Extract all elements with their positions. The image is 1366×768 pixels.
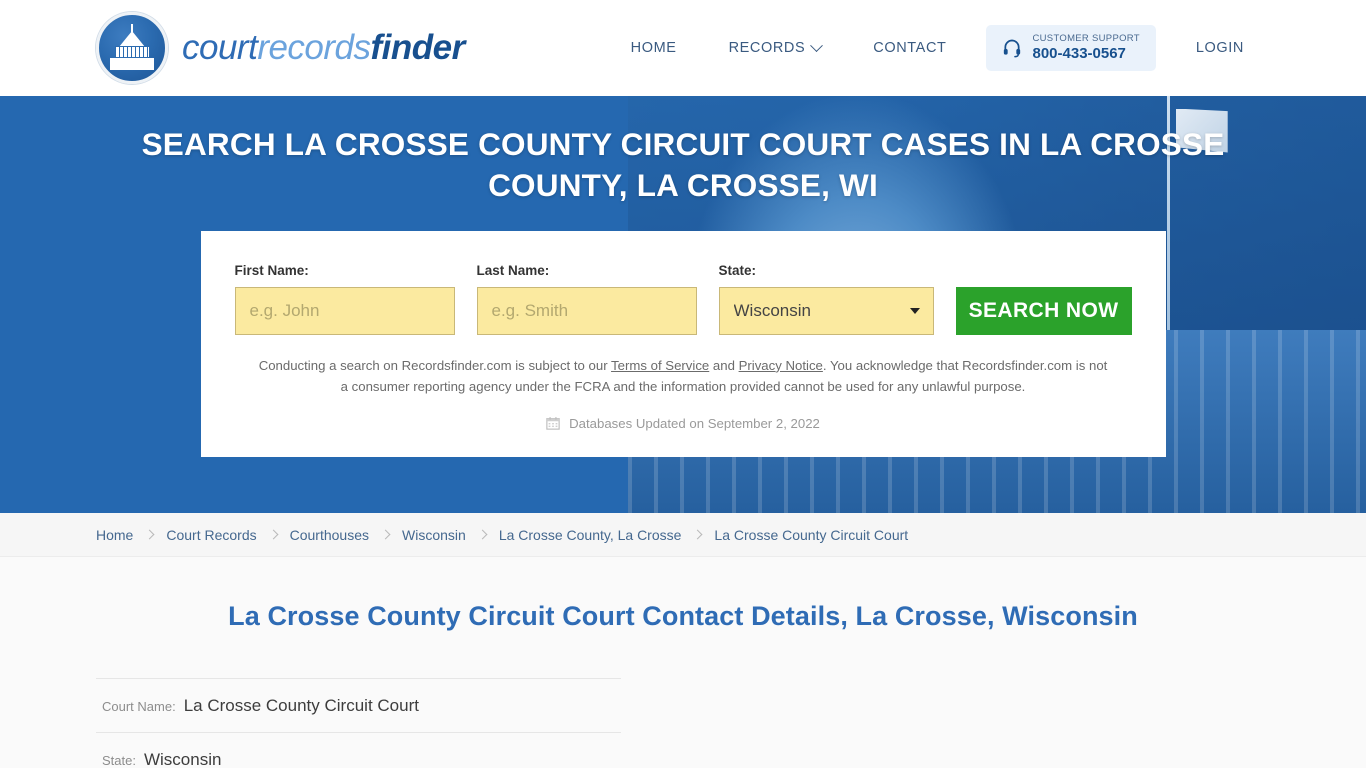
first-name-label: First Name: [234, 262, 309, 278]
detail-row-court-name: Court Name: La Crosse County Circuit Cou… [96, 678, 621, 732]
breadcrumb-separator-icon [144, 529, 155, 540]
hero-title: SEARCH LA CROSSE COUNTY CIRCUIT COURT CA… [141, 126, 1225, 203]
calendar-icon [546, 417, 560, 430]
nav-label-login: LOGIN [1195, 40, 1244, 56]
chevron-down-icon [810, 38, 824, 52]
hero-section: SEARCH LA CROSSE COUNTY CIRCUIT COURT CA… [0, 96, 1366, 513]
last-name-label: Last Name: [476, 262, 550, 278]
first-name-input[interactable] [234, 286, 455, 335]
logo-text-court: court [182, 28, 258, 67]
customer-support-badge[interactable]: CUSTOMER SUPPORT 800-433-0567 [986, 25, 1156, 71]
nav-item-contact[interactable]: CONTACT [847, 40, 972, 56]
support-phone[interactable]: 800-433-0567 [1032, 45, 1139, 63]
databases-updated: Databases Updated on September 2, 2022 [235, 416, 1132, 431]
logo-wordmark: courtrecordsfinder [182, 28, 465, 68]
breadcrumb-separator-icon [268, 529, 279, 540]
disclaimer-text-2: and [709, 357, 739, 373]
state-select[interactable]: Wisconsin [718, 286, 934, 335]
page-title: La Crosse County Circuit Court Contact D… [228, 601, 1138, 631]
detail-value: La Crosse County Circuit Court [183, 696, 419, 715]
detail-label: State: [102, 753, 136, 768]
breadcrumb-item-wisconsin[interactable]: Wisconsin [402, 527, 466, 543]
headset-icon [1004, 39, 1021, 58]
search-now-button[interactable]: SEARCH NOW [955, 286, 1132, 335]
site-logo[interactable]: courtrecordsfinder [96, 12, 465, 84]
breadcrumb-separator-icon [477, 529, 488, 540]
nav-item-home[interactable]: HOME [605, 40, 703, 56]
detail-label: Court Name: [102, 699, 176, 714]
breadcrumb-item-court-records[interactable]: Court Records [166, 527, 256, 543]
main-navigation: HOME RECORDS CONTACT CUSTOMER SUPPORT 80… [605, 25, 1270, 71]
logo-text-records: records [257, 28, 371, 67]
nav-item-login[interactable]: LOGIN [1170, 40, 1270, 56]
search-disclaimer: Conducting a search on Recordsfinder.com… [235, 355, 1132, 398]
breadcrumb-item-current[interactable]: La Crosse County Circuit Court [714, 527, 908, 543]
breadcrumb-item-home[interactable]: Home [96, 527, 133, 543]
nav-label-contact: CONTACT [873, 40, 947, 56]
detail-row-state: State: Wisconsin [96, 732, 621, 768]
breadcrumb-item-courthouses[interactable]: Courthouses [290, 527, 369, 543]
breadcrumb-separator-icon [380, 529, 391, 540]
capitol-dome-icon [96, 12, 168, 84]
databases-updated-text: Databases Updated on September 2, 2022 [569, 415, 820, 431]
terms-of-service-link[interactable]: Terms of Service [611, 358, 709, 373]
nav-label-home: HOME [630, 40, 677, 56]
state-field: State: Wisconsin [718, 262, 934, 335]
main-content: La Crosse County Circuit Court Contact D… [0, 557, 1366, 768]
last-name-input[interactable] [476, 286, 697, 335]
court-details-list: Court Name: La Crosse County Circuit Cou… [96, 678, 621, 768]
disclaimer-text-1: Conducting a search on Recordsfinder.com… [258, 357, 612, 373]
last-name-field: Last Name: [476, 262, 697, 335]
nav-label-records: RECORDS [728, 40, 806, 56]
breadcrumb: Home Court Records Courthouses Wisconsin… [0, 513, 1366, 557]
nav-item-records[interactable]: RECORDS [703, 38, 848, 56]
search-form-panel: First Name: Last Name: State: Wisconsin … [200, 230, 1166, 457]
state-label: State: [718, 262, 757, 278]
privacy-notice-link[interactable]: Privacy Notice [739, 358, 823, 373]
logo-text-finder: finder [370, 28, 466, 67]
breadcrumb-separator-icon [692, 529, 703, 540]
site-header: courtrecordsfinder HOME RECORDS CONTACT … [0, 0, 1366, 96]
support-label: CUSTOMER SUPPORT [1032, 33, 1140, 45]
breadcrumb-item-la-crosse-county[interactable]: La Crosse County, La Crosse [499, 527, 682, 543]
search-form-row: First Name: Last Name: State: Wisconsin … [234, 262, 1132, 335]
first-name-field: First Name: [234, 262, 455, 335]
detail-value: Wisconsin [143, 750, 222, 768]
